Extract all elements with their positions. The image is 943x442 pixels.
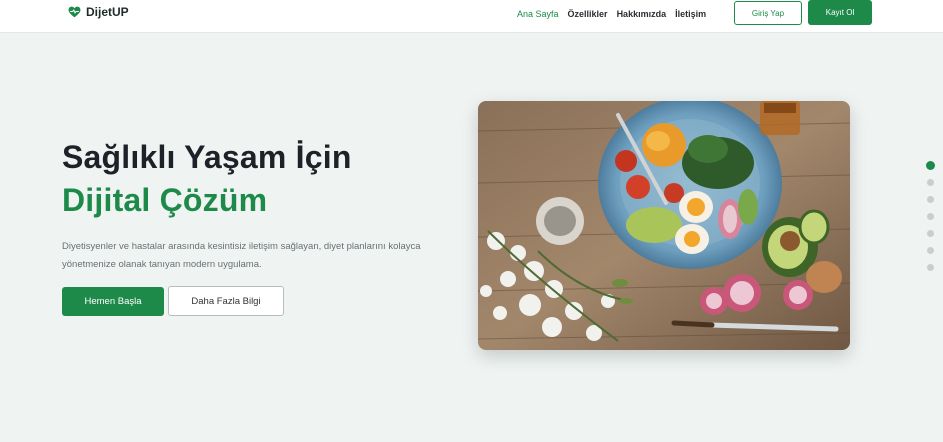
brand-name: DijetUP — [86, 5, 129, 19]
hero-title-line2: Dijital Çözüm — [62, 182, 268, 218]
nav-link-contact[interactable]: İletişim — [675, 9, 706, 19]
section-dot-7[interactable] — [927, 264, 934, 271]
section-dot-3[interactable] — [927, 196, 934, 203]
section-dots — [926, 161, 936, 281]
section-dot-1[interactable] — [926, 161, 935, 170]
nav-links: Ana Sayfa Özellikler Hakkımızda İletişim — [517, 9, 706, 19]
section-dot-5[interactable] — [927, 230, 934, 237]
brand-logo[interactable]: DijetUP — [68, 5, 129, 19]
nav-link-home[interactable]: Ana Sayfa — [517, 9, 559, 19]
heart-pulse-icon — [68, 6, 81, 18]
login-button[interactable]: Giriş Yap — [734, 1, 802, 25]
nav-link-features[interactable]: Özellikler — [568, 9, 608, 19]
hero-title-line1: Sağlıklı Yaşam İçin — [62, 139, 352, 175]
section-dot-4[interactable] — [927, 213, 934, 220]
learn-more-button[interactable]: Daha Fazla Bilgi — [168, 286, 284, 316]
hero-food-image — [478, 101, 850, 350]
section-dot-6[interactable] — [927, 247, 934, 254]
hero-description: Diyetisyenler ve hastalar arasında kesin… — [62, 241, 421, 270]
navbar: DijetUP Ana Sayfa Özellikler Hakkımızda … — [0, 0, 943, 33]
nav-link-about[interactable]: Hakkımızda — [617, 9, 667, 19]
get-started-button[interactable]: Hemen Başla — [62, 287, 164, 316]
section-dot-2[interactable] — [927, 179, 934, 186]
register-button[interactable]: Kayıt Ol — [808, 0, 872, 25]
